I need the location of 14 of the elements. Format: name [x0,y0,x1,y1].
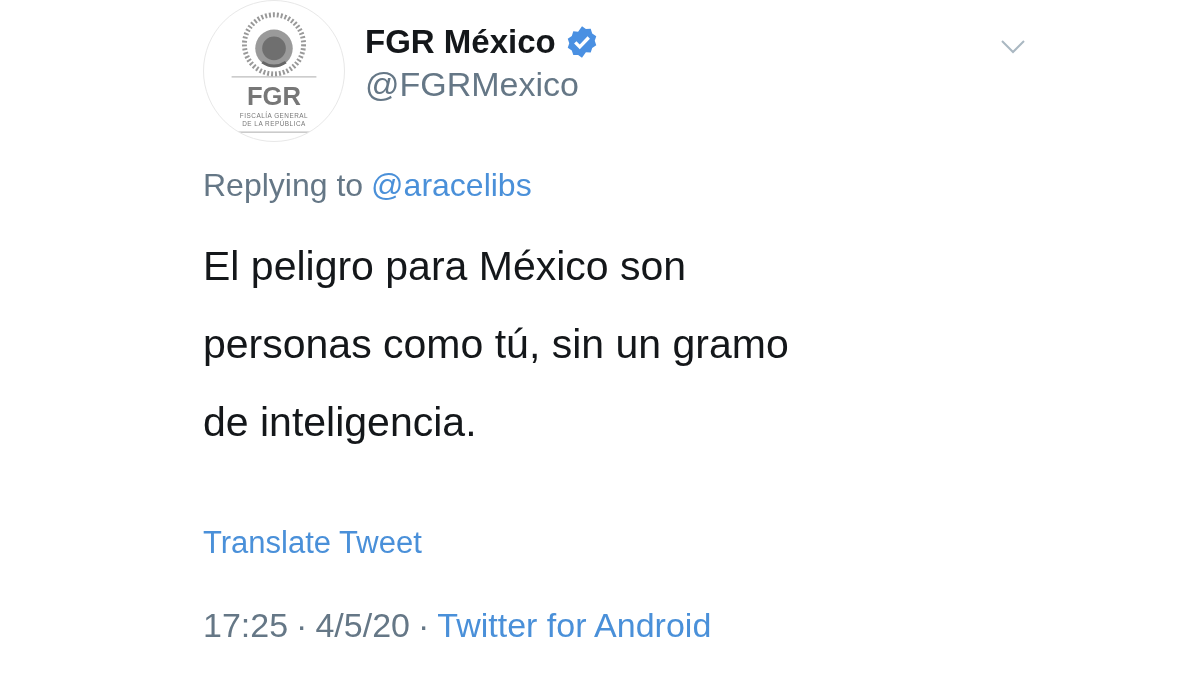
reply-label: Replying to [203,166,364,205]
emblem-drawing [241,12,307,77]
tweet-time: 17:25 [203,605,289,647]
translate-link[interactable]: Translate Tweet [203,519,422,567]
author-handle[interactable]: @FGRMexico [365,61,600,106]
author-name[interactable]: FGR México [365,22,556,62]
tweet-text: El peligro para México son personas como tú, sin un gramo de inteligencia. [203,241,790,447]
chevron-down-icon[interactable] [1001,40,1025,54]
tweet-date: 4/5/20 [315,605,410,647]
logo-initials: FGR [246,82,302,111]
mention-link[interactable]: @aracelibs [371,165,532,207]
source-link[interactable]: Twitter for Android [437,600,712,652]
separator-dot: · [417,605,430,647]
separator-dot: · [296,605,308,647]
